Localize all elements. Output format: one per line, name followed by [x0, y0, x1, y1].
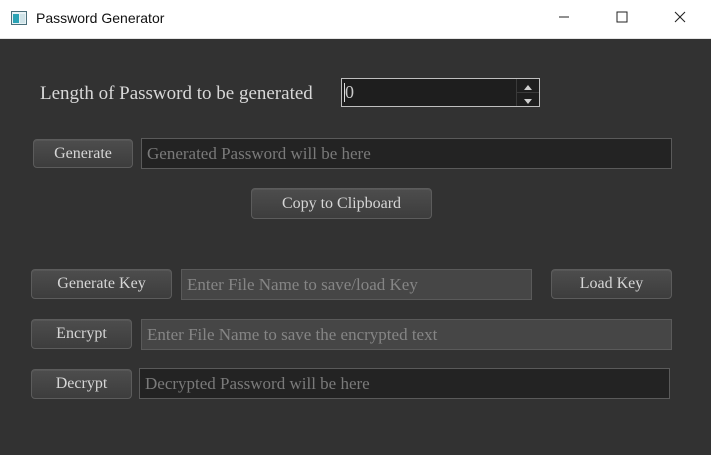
generate-button[interactable]: Generate	[33, 139, 133, 168]
spin-down-button[interactable]	[517, 93, 539, 106]
length-spinbox[interactable]: 0	[341, 78, 540, 107]
minimize-button[interactable]	[535, 0, 593, 38]
load-key-button[interactable]: Load Key	[551, 269, 672, 299]
encrypted-file-name-field[interactable]: Enter File Name to save the encrypted te…	[141, 319, 672, 350]
generated-password-field[interactable]: Generated Password will be here	[141, 138, 672, 169]
maximize-button[interactable]	[593, 0, 651, 38]
key-file-name-field[interactable]: Enter File Name to save/load Key	[181, 269, 532, 300]
length-value[interactable]: 0	[344, 82, 354, 103]
close-icon	[674, 10, 686, 28]
decrypt-button[interactable]: Decrypt	[31, 369, 132, 399]
app-window: Password Generator Length of Password to…	[0, 0, 711, 455]
title-bar: Password Generator	[0, 0, 711, 39]
generate-key-button[interactable]: Generate Key	[31, 269, 172, 299]
maximize-icon	[616, 10, 628, 28]
decrypted-password-field[interactable]: Decrypted Password will be here	[139, 368, 670, 399]
encrypt-button[interactable]: Encrypt	[31, 319, 132, 349]
length-label: Length of Password to be generated	[40, 83, 313, 104]
spin-arrows	[516, 79, 539, 106]
close-button[interactable]	[651, 0, 709, 38]
app-window-icon	[11, 11, 27, 25]
minimize-icon	[558, 10, 570, 28]
window-title: Password Generator	[36, 10, 165, 26]
caret-down-icon	[524, 91, 532, 109]
copy-to-clipboard-button[interactable]: Copy to Clipboard	[251, 188, 432, 219]
